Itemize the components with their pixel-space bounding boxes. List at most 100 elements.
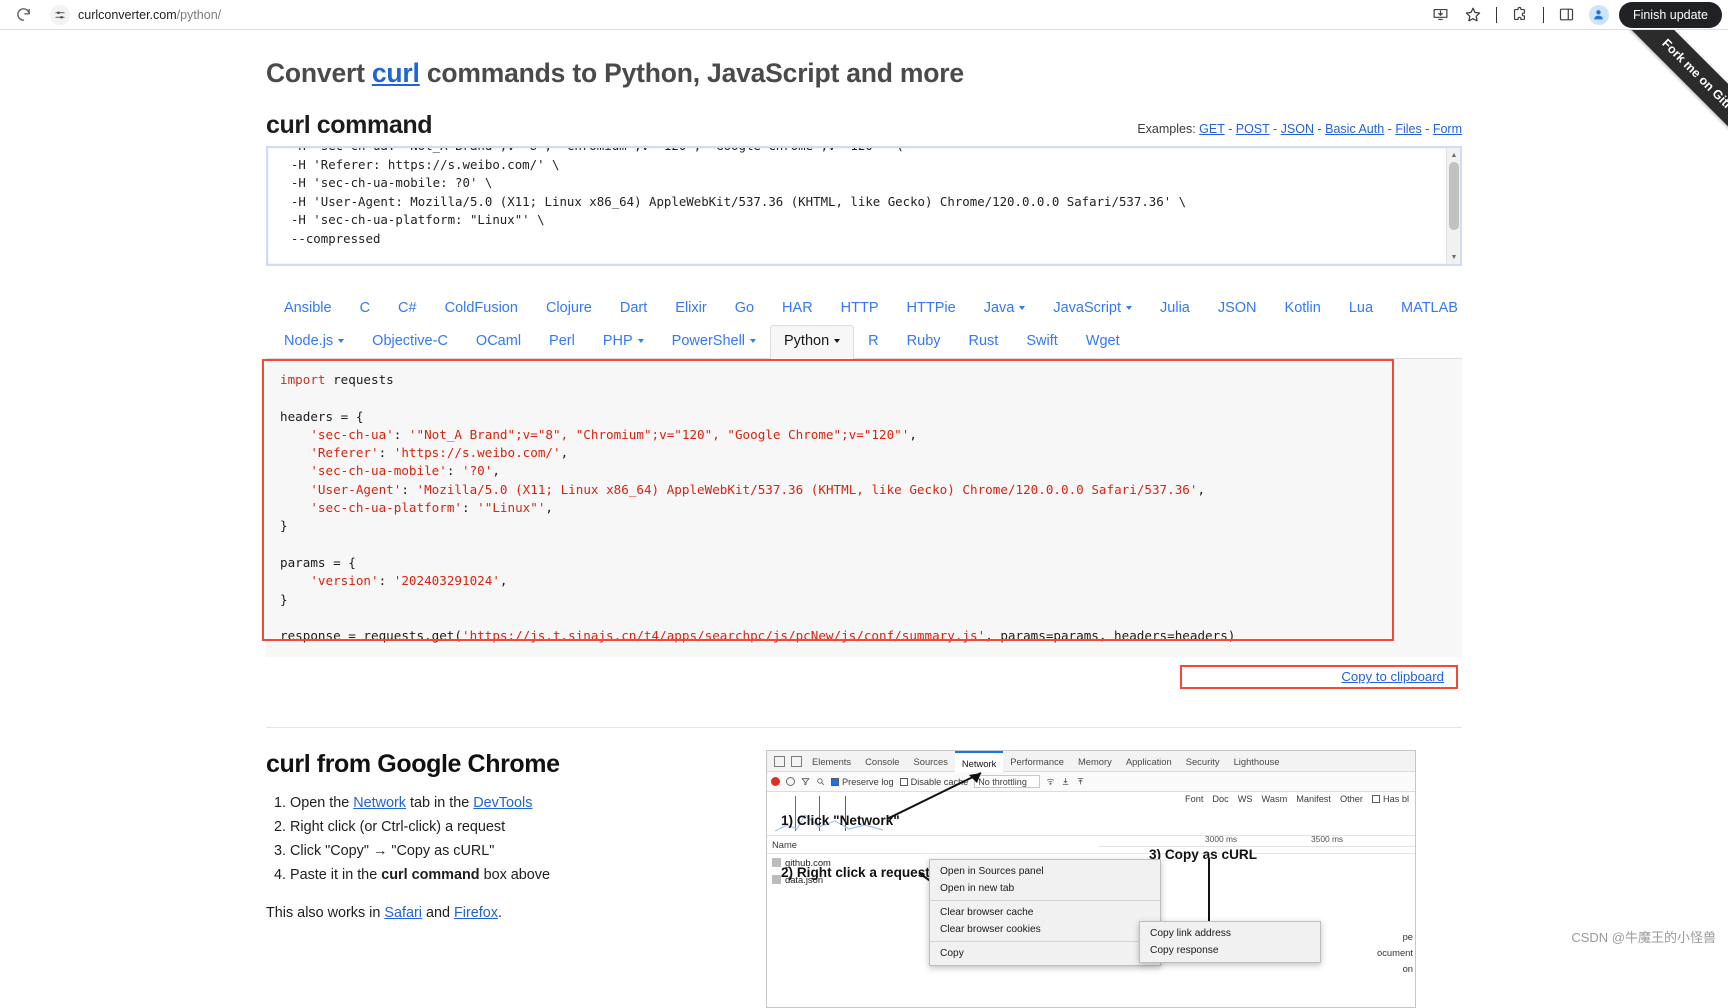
firefox-link[interactable]: Firefox [454,905,498,921]
import-har-icon[interactable] [1061,777,1070,786]
devtools-tab-sources[interactable]: Sources [907,756,955,767]
filter-ws[interactable]: WS [1238,794,1253,804]
disable-cache-checkbox[interactable]: Disable cache [899,777,968,787]
copy-to-clipboard-link[interactable]: Copy to clipboard [1341,669,1444,684]
tab-json[interactable]: JSON [1204,292,1271,326]
tab-julia[interactable]: Julia [1146,292,1204,326]
tab-swift[interactable]: Swift [1012,325,1071,359]
scroll-down-icon[interactable]: ▼ [1447,250,1460,264]
address-bar[interactable]: curlconverter.com/python/ [42,3,1417,27]
tab-lua[interactable]: Lua [1335,292,1387,326]
scrollbar-thumb[interactable] [1449,162,1459,230]
tab-perl[interactable]: Perl [535,325,589,359]
filter-icon[interactable] [801,777,810,786]
tab-dart[interactable]: Dart [606,292,661,326]
devtools-tab-security[interactable]: Security [1179,756,1227,767]
menu-item[interactable]: Open in new tab [930,880,1160,897]
export-har-icon[interactable] [1076,777,1085,786]
has-blocked-checkbox[interactable]: Has bl [1371,794,1409,804]
github-ribbon-label[interactable]: Fork me on GitHub [1615,30,1728,170]
clear-icon[interactable] [786,777,795,787]
tab-objective-c[interactable]: Objective-C [358,325,462,359]
tab-ocaml[interactable]: OCaml [462,325,535,359]
profile-avatar-icon[interactable] [1588,4,1609,25]
menu-item[interactable]: Open in Sources panel [930,863,1160,880]
tab-coldfusion[interactable]: ColdFusion [431,292,532,326]
preserve-log-checkbox[interactable]: Preserve log [831,777,894,787]
devtools-tab-lighthouse[interactable]: Lighthouse [1227,756,1287,767]
curl-command-input[interactable]: -H 'sec-ch-ua: "Not_A Brand";v="8", "Chr… [266,146,1462,266]
devtools-copy-submenu[interactable]: Copy link address Copy response [1139,921,1321,964]
devtools-tab-console[interactable]: Console [858,756,906,767]
tab-wget[interactable]: Wget [1072,325,1134,359]
python-code[interactable]: import requests headers = { 'sec-ch-ua':… [266,365,1462,649]
tab-powershell[interactable]: PowerShell [658,325,770,359]
checkbox-icon-off[interactable] [1371,795,1380,804]
tab-http[interactable]: HTTP [827,292,893,326]
github-ribbon[interactable]: Fork me on GitHub [1578,30,1728,180]
tab-matlab[interactable]: MATLAB [1387,292,1472,326]
filter-manifest[interactable]: Manifest [1296,794,1331,804]
side-panel-icon[interactable] [1554,2,1580,28]
menu-item[interactable]: Clear browser cache [930,904,1160,921]
tab-go[interactable]: Go [721,292,768,326]
wifi-icon[interactable] [1046,777,1055,786]
site-settings-icon[interactable] [50,4,70,25]
menu-item[interactable]: Copy response [1140,942,1320,959]
tab-python[interactable]: Python [770,325,855,359]
filter-font[interactable]: Font [1185,794,1203,804]
tab-rust[interactable]: Rust [955,325,1013,359]
tab-java[interactable]: Java [970,292,1040,326]
tab-javascript[interactable]: JavaScript [1039,292,1146,326]
example-post[interactable]: POST [1236,122,1270,136]
inspect-element-icon[interactable] [774,755,785,767]
checkbox-icon[interactable] [831,777,839,786]
example-json[interactable]: JSON [1281,122,1314,136]
tab-r[interactable]: R [854,325,892,359]
menu-item[interactable]: Clear browser cookies [930,921,1160,938]
curl-command-text[interactable]: -H 'sec-ch-ua: "Not_A Brand";v="8", "Chr… [268,148,1460,249]
menu-item-copy[interactable]: Copy❯ [930,945,1160,962]
menu-item[interactable]: Copy link address [1140,925,1320,942]
tab-elixir[interactable]: Elixir [661,292,720,326]
tab-node-js[interactable]: Node.js [270,325,358,359]
filter-other[interactable]: Other [1340,794,1363,804]
tab-c-[interactable]: C# [384,292,431,326]
extensions-puzzle-icon[interactable] [1507,2,1533,28]
devtools-tab-elements[interactable]: Elements [805,756,858,767]
devtools-link[interactable]: DevTools [473,795,532,811]
safari-link[interactable]: Safari [384,905,422,921]
example-form[interactable]: Form [1433,122,1462,136]
tab-c[interactable]: C [346,292,384,326]
reload-icon[interactable] [10,2,36,28]
device-toolbar-icon[interactable] [791,755,802,767]
tab-ruby[interactable]: Ruby [893,325,955,359]
example-basic-auth[interactable]: Basic Auth [1325,122,1384,136]
tab-php[interactable]: PHP [589,325,658,359]
devtools-tab-performance[interactable]: Performance [1003,756,1071,767]
curl-link[interactable]: curl [372,58,420,88]
devtools-context-menu[interactable]: Open in Sources panel Open in new tab Cl… [929,859,1161,967]
tab-kotlin[interactable]: Kotlin [1271,292,1335,326]
search-icon[interactable] [816,777,825,786]
scroll-up-icon[interactable]: ▲ [1447,148,1460,162]
checkbox-icon-off[interactable] [899,777,908,786]
tab-har[interactable]: HAR [768,292,827,326]
example-get[interactable]: GET [1199,122,1224,136]
finish-update-button[interactable]: Finish update [1618,1,1722,28]
install-app-icon[interactable] [1428,2,1454,28]
filter-doc[interactable]: Doc [1212,794,1228,804]
star-icon[interactable] [1460,2,1486,28]
tab-clojure[interactable]: Clojure [532,292,606,326]
record-icon[interactable] [771,777,780,787]
tab-ansible[interactable]: Ansible [270,292,346,326]
devtools-tab-network[interactable]: Network [954,751,1004,772]
curl-scrollbar[interactable]: ▲ ▼ [1446,148,1460,264]
tab-httpie[interactable]: HTTPie [893,292,970,326]
filter-wasm[interactable]: Wasm [1262,794,1288,804]
devtools-tab-memory[interactable]: Memory [1071,756,1119,767]
example-files[interactable]: Files [1395,122,1421,136]
throttling-select[interactable]: No throttling [974,775,1040,789]
network-link[interactable]: Network [353,795,406,811]
devtools-tab-application[interactable]: Application [1119,756,1179,767]
